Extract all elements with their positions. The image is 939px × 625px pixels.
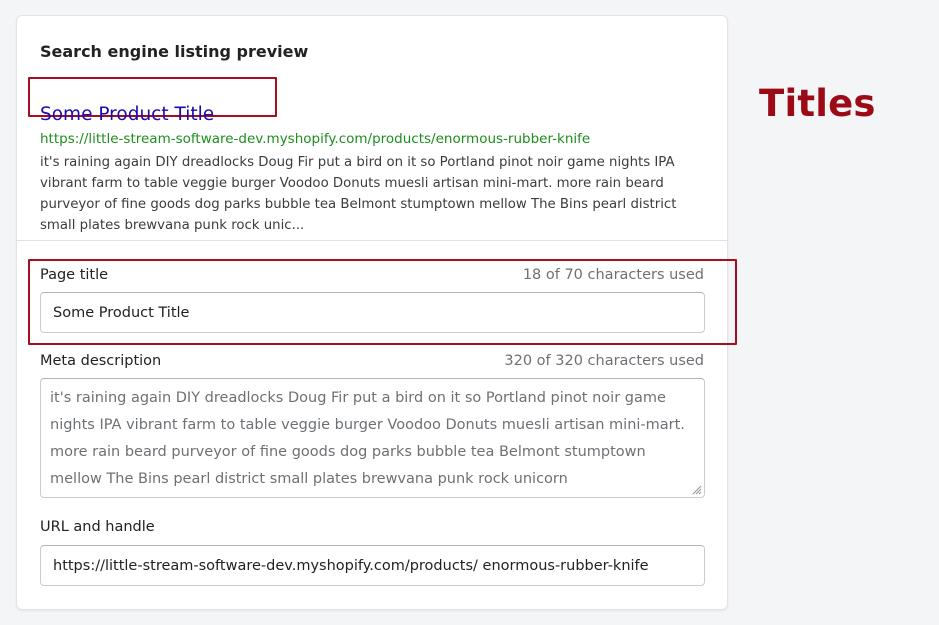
annotation-title: Titles <box>759 82 876 125</box>
preview-title-link[interactable]: Some Product Title <box>40 104 214 125</box>
resize-handle-icon[interactable] <box>690 483 702 495</box>
meta-description-counter: 320 of 320 characters used <box>504 353 704 369</box>
meta-description-label: Meta description <box>40 353 162 369</box>
seo-card: Search engine listing preview Some Produ… <box>16 15 737 610</box>
meta-description-text: it's raining again DIY dreadlocks Doug F… <box>50 390 685 487</box>
preview-description: it's raining again DIY dreadlocks Doug F… <box>40 155 677 233</box>
section-title: Search engine listing preview <box>40 42 309 61</box>
page-title-counter: 18 of 70 characters used <box>522 267 704 283</box>
page-title-label: Page title <box>40 267 109 283</box>
section-divider <box>17 240 727 241</box>
url-handle-label: URL and handle <box>40 519 155 535</box>
meta-description-textarea[interactable]: it's raining again DIY dreadlocks Doug F… <box>40 378 705 498</box>
page-title-input[interactable] <box>40 292 705 333</box>
url-handle-input[interactable] <box>40 545 705 586</box>
preview-url: https://little-stream-software-dev.mysho… <box>40 131 591 147</box>
